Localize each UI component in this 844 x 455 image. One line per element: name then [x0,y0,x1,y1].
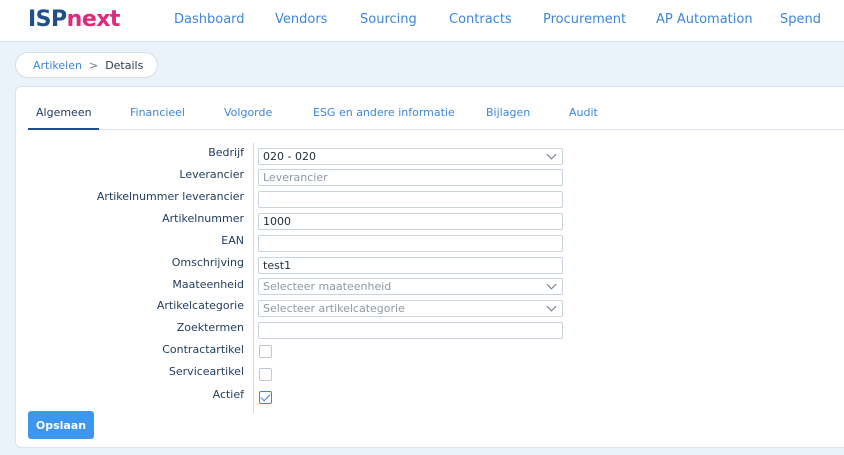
tab-audit[interactable]: Audit [569,106,598,120]
artikelnummer-leverancier-input[interactable] [258,191,563,208]
tab-financieel[interactable]: Financieel [130,106,185,120]
label-maateenheid: Maateenheid [172,278,244,291]
bedrijf-select[interactable]: 020 - 020 [258,148,563,165]
serviceartikel-checkbox[interactable] [259,368,272,381]
breadcrumb-separator: > [88,58,99,72]
logo-part-next: next [66,7,121,32]
form-divider [253,143,254,413]
tab-bar: Algemeen Financieel Volgorde ESG en ande… [28,87,844,130]
chevron-down-icon [546,301,557,312]
save-button[interactable]: Opslaan [28,411,94,439]
maateenheid-placeholder: Selecteer maateenheid [263,280,392,293]
nav-ap-automation[interactable]: AP Automation [656,12,753,28]
breadcrumb-artikelen[interactable]: Artikelen [33,59,82,72]
label-serviceartikel: Serviceartikel [168,365,244,378]
leverancier-input[interactable] [258,169,563,186]
label-actief: Actief [212,388,244,401]
tab-volgorde[interactable]: Volgorde [224,106,272,120]
omschrijving-input[interactable] [258,257,563,274]
logo-part-isp: ISP [28,7,67,32]
label-omschrijving: Omschrijving [171,256,244,269]
label-leverancier: Leverancier [179,168,244,181]
nav-vendors[interactable]: Vendors [275,12,327,28]
bedrijf-value: 020 - 020 [263,150,316,163]
label-bedrijf: Bedrijf [208,146,244,159]
nav-sourcing[interactable]: Sourcing [360,12,417,28]
tab-algemeen[interactable]: Algemeen [36,106,92,120]
ispnext-logo[interactable]: ISPnext [28,7,120,33]
nav-contracts[interactable]: Contracts [449,12,512,28]
breadcrumb: Artikelen > Details [15,52,159,78]
active-tab-indicator [28,128,99,130]
breadcrumb-current: Details [105,58,144,72]
label-artikelnummer-leverancier: Artikelnummer leverancier [96,190,244,203]
details-card: Algemeen Financieel Volgorde ESG en ande… [15,86,844,448]
zoektermen-input[interactable] [258,322,563,339]
artikelcategorie-select[interactable]: Selecteer artikelcategorie [258,300,563,317]
contractartikel-checkbox[interactable] [259,345,272,358]
chevron-down-icon [546,149,557,160]
tab-bijlagen[interactable]: Bijlagen [486,106,530,120]
tab-esg-en-andere-informatie[interactable]: ESG en andere informatie [313,106,455,120]
label-artikelcategorie: Artikelcategorie [156,299,244,312]
actief-checkbox[interactable] [259,391,272,404]
top-navigation-bar: ISPnext Dashboard Vendors Sourcing Contr… [0,0,844,42]
label-contractartikel: Contractartikel [162,343,244,356]
nav-procurement[interactable]: Procurement [543,12,626,28]
artikelnummer-input[interactable] [258,213,563,230]
label-ean: EAN [221,234,244,247]
nav-spend[interactable]: Spend [780,12,821,28]
ean-input[interactable] [258,235,563,252]
chevron-down-icon [546,279,557,290]
artikelcategorie-placeholder: Selecteer artikelcategorie [263,302,405,315]
label-zoektermen: Zoektermen [176,321,244,334]
nav-dashboard[interactable]: Dashboard [174,12,245,28]
maateenheid-select[interactable]: Selecteer maateenheid [258,278,563,295]
label-artikelnummer: Artikelnummer [162,212,244,225]
